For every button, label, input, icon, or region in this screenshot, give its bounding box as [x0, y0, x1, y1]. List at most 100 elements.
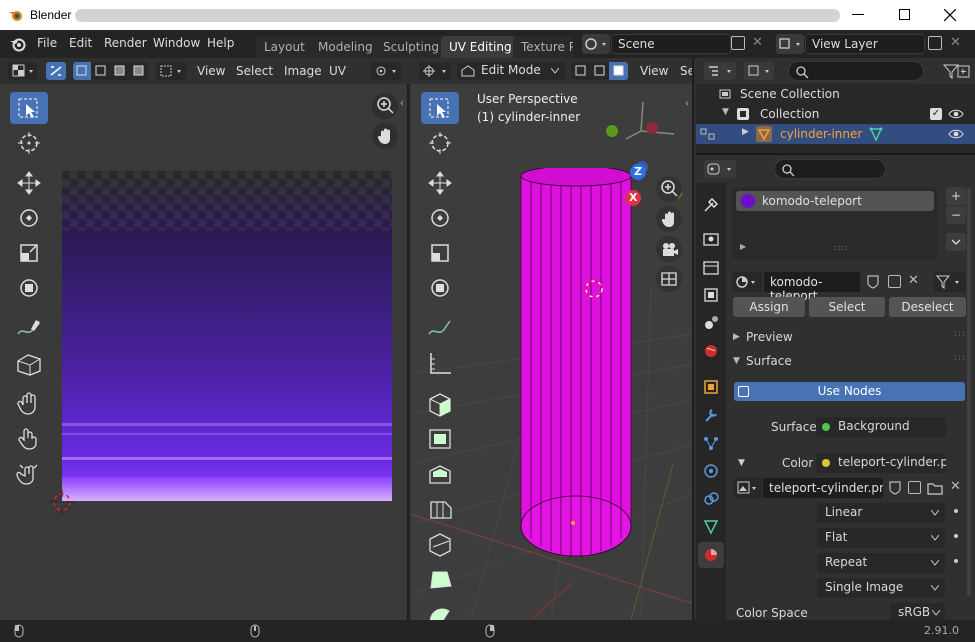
outliner-row-object[interactable]: ▶ cylinder-inner	[696, 124, 975, 144]
view-layer-name-field[interactable]: View Layer	[805, 34, 925, 54]
surface-shader-field[interactable]: Background	[816, 417, 946, 437]
uv-menu-view[interactable]: View	[197, 64, 225, 78]
tab-world[interactable]	[698, 338, 724, 364]
surface-collapse-icon[interactable]: ▼	[733, 356, 740, 366]
uv-texture-image[interactable]	[62, 171, 392, 501]
tab-object[interactable]	[698, 374, 724, 400]
tab-output[interactable]	[698, 255, 724, 281]
animate-dot-icon[interactable]	[954, 534, 958, 538]
remove-slot-button[interactable]: −	[946, 206, 966, 224]
browse-image-button[interactable]	[734, 478, 762, 498]
extension-dropdown[interactable]: Repeat	[817, 553, 945, 573]
tab-sculpting[interactable]: Sculpting	[375, 36, 448, 58]
viewport-tool-cursor[interactable]	[421, 127, 459, 159]
unlink-material-icon[interactable]: ✕	[908, 273, 919, 288]
material-name-field[interactable]: komodo-teleport	[764, 272, 860, 303]
tab-material[interactable]	[698, 542, 724, 568]
viewport-tool-loop-cut[interactable]	[421, 527, 459, 559]
tab-render[interactable]	[698, 226, 724, 252]
deselect-button[interactable]: Deselect	[889, 297, 966, 317]
new-view-layer-icon[interactable]	[928, 36, 942, 50]
animate-dot-icon[interactable]	[954, 509, 958, 513]
delete-scene-icon[interactable]: ✕	[752, 35, 763, 50]
maximize-icon[interactable]	[899, 9, 910, 20]
new-collection-button[interactable]	[954, 62, 974, 80]
viewport-tool-knife[interactable]	[421, 562, 459, 594]
minimize-icon[interactable]	[852, 14, 864, 15]
viewport-tool-move[interactable]	[421, 167, 459, 199]
sync-selection-toggle[interactable]	[46, 62, 66, 80]
uv-pan-button[interactable]	[372, 123, 398, 149]
viewport-tool-extrude[interactable]	[421, 422, 459, 454]
viewport-tool-scale[interactable]	[421, 237, 459, 269]
viewport-tool-inset[interactable]	[421, 457, 459, 489]
outliner-editor-type-button[interactable]	[704, 62, 736, 80]
scene-selector-button[interactable]	[582, 34, 610, 54]
drag-grip-icon[interactable]: :::	[954, 329, 966, 339]
surface-panel-header[interactable]: Surface	[746, 354, 792, 368]
open-folder-icon[interactable]	[927, 480, 943, 496]
outliner-row-collection[interactable]: ▼ Collection ✓	[696, 104, 975, 124]
properties-scrollbar[interactable]	[967, 187, 971, 597]
viewport-editor-type-button[interactable]	[419, 62, 451, 80]
tab-modifiers[interactable]	[698, 402, 724, 428]
delete-view-layer-icon[interactable]: ✕	[950, 35, 961, 50]
tool-select-box[interactable]	[10, 92, 48, 124]
viewport-tool-add-cube[interactable]	[421, 387, 459, 419]
color-texture-field[interactable]: teleport-cylinder.png	[816, 453, 946, 473]
uv-zoom-button[interactable]	[372, 93, 398, 119]
tab-uv-editing[interactable]: UV Editing	[441, 36, 520, 58]
material-slot-row[interactable]: komodo-teleport	[736, 191, 934, 211]
tab-view-layer[interactable]	[698, 282, 724, 308]
new-scene-icon[interactable]	[731, 36, 745, 50]
slot-specials-button[interactable]	[946, 233, 966, 251]
pivot-dropdown[interactable]	[371, 62, 401, 80]
tool-grab[interactable]	[10, 387, 48, 419]
use-nodes-button[interactable]: Use Nodes	[734, 382, 965, 401]
drag-grip-icon[interactable]: :::	[954, 353, 966, 363]
uv-menu-select[interactable]: Select	[236, 64, 273, 78]
menu-file[interactable]: File	[37, 36, 57, 50]
uv-menu-image[interactable]: Image	[284, 64, 322, 78]
tab-particles[interactable]	[698, 430, 724, 456]
viewport-menu-view[interactable]: View	[640, 64, 668, 78]
view-layer-selector-button[interactable]	[776, 34, 804, 54]
ortho-toggle-button[interactable]	[656, 266, 682, 292]
eye-icon[interactable]	[948, 108, 964, 120]
editor-type-button[interactable]	[8, 62, 38, 80]
menu-render[interactable]: Render	[104, 36, 147, 50]
tab-modeling[interactable]: Modeling	[310, 36, 381, 58]
list-expand-icon[interactable]: ▶	[740, 242, 746, 251]
resize-grip-icon[interactable]: ::::	[834, 243, 849, 252]
properties-search-input[interactable]	[774, 159, 886, 179]
tool-relax[interactable]	[10, 422, 48, 454]
uv-menu-uv[interactable]: UV	[329, 64, 346, 78]
outliner-row-scene-collection[interactable]: Scene Collection	[696, 84, 975, 104]
edit-mode-toggle-icon[interactable]	[700, 127, 716, 141]
image-fake-user-icon[interactable]	[888, 480, 902, 496]
add-slot-button[interactable]: +	[946, 187, 966, 205]
viewport-tool-measure[interactable]	[421, 347, 459, 379]
new-material-icon[interactable]	[888, 275, 901, 288]
collapse-arrow-icon[interactable]: ▼	[722, 107, 729, 117]
link-dropdown[interactable]	[934, 272, 966, 292]
outliner-search-input[interactable]	[788, 61, 924, 81]
fake-user-icon[interactable]	[866, 274, 880, 290]
expand-arrow-icon[interactable]: ▶	[742, 127, 749, 137]
sticky-select-dropdown[interactable]	[156, 62, 186, 80]
tool-pinch[interactable]	[10, 457, 48, 489]
viewport-pan-button[interactable]	[656, 206, 682, 232]
eye-icon[interactable]	[948, 128, 964, 140]
animate-dot-icon[interactable]	[954, 559, 958, 563]
preview-panel-header[interactable]: Preview	[746, 330, 793, 344]
viewport-tool-spin[interactable]	[421, 597, 459, 620]
color-collapse-icon[interactable]: ▼	[738, 458, 745, 468]
image-name-field[interactable]: teleport-cylinder.png	[763, 478, 883, 498]
viewport-tool-annotate[interactable]	[421, 312, 459, 344]
tool-scale[interactable]	[10, 237, 48, 269]
close-icon[interactable]	[944, 9, 956, 21]
camera-view-button[interactable]	[656, 236, 682, 262]
viewport-tool-transform[interactable]	[421, 272, 459, 304]
menu-edit[interactable]: Edit	[69, 36, 92, 50]
interpolation-dropdown[interactable]: Linear	[817, 503, 945, 523]
